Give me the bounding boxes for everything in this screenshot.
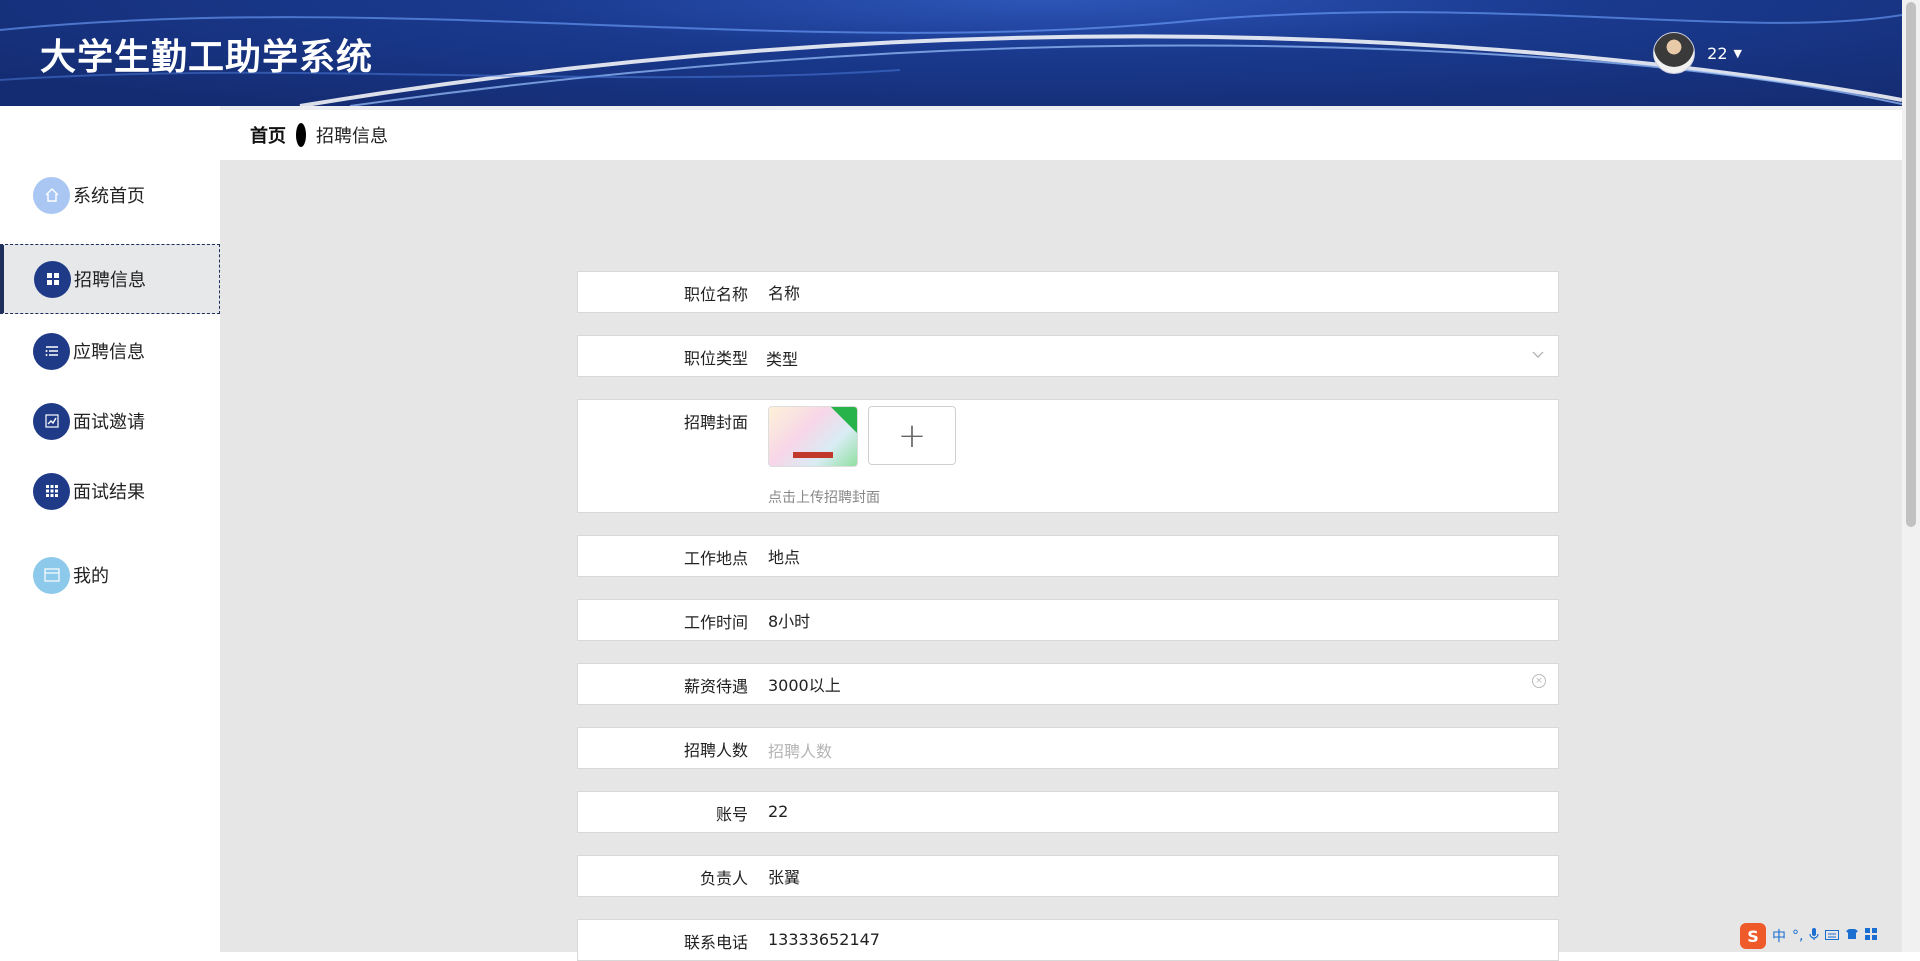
list-icon (33, 332, 70, 370)
hours-input[interactable] (768, 610, 1528, 629)
home-icon (33, 176, 70, 214)
upload-button[interactable]: + (868, 406, 956, 465)
manager-label: 负责人 (699, 869, 748, 888)
chevron-down-icon[interactable] (1532, 348, 1544, 362)
form-row-cover: 招聘封面 + 点击上传招聘封面 (577, 399, 1559, 513)
cover-label: 招聘封面 (683, 413, 748, 432)
sidebar-item-label: 系统首页 (73, 186, 145, 207)
sogou-logo-icon[interactable]: S (1740, 923, 1766, 949)
breadcrumb: 首页 招聘信息 (220, 106, 1902, 160)
thumbnail-banner-decoration (793, 452, 833, 458)
caret-down-icon[interactable]: ▼ (1734, 47, 1742, 60)
sidebar-item-label: 应聘信息 (73, 342, 145, 363)
cover-upload-hint: 点击上传招聘封面 (768, 490, 880, 506)
cover-thumbnail[interactable] (768, 406, 858, 467)
location-input[interactable] (768, 546, 1528, 565)
sidebar-item-label: 面试邀请 (73, 412, 145, 433)
sidebar-item-recruitment[interactable]: 招聘信息 (0, 244, 220, 314)
salary-label: 薪资待遇 (683, 677, 748, 696)
page-scrollbar[interactable] (1902, 0, 1920, 952)
sidebar-item-home[interactable]: 系统首页 (0, 160, 220, 230)
account-input[interactable] (768, 802, 1528, 821)
job-type-label: 职位类型 (683, 349, 748, 368)
form-row-phone: 联系电话 (577, 919, 1559, 961)
ime-toolbar[interactable]: S 中 °, (1740, 922, 1902, 950)
toolbox-icon[interactable] (1865, 928, 1878, 944)
location-label: 工作地点 (683, 549, 748, 568)
salary-input[interactable] (768, 674, 1528, 693)
sidebar-item-label: 我的 (73, 566, 109, 587)
grid-icon (34, 260, 71, 298)
app-title: 大学生勤工助学系统 (40, 37, 374, 78)
headcount-input[interactable]: 招聘人数 (768, 738, 1528, 762)
user-name[interactable]: 22 (1707, 44, 1727, 63)
breadcrumb-current: 招聘信息 (316, 126, 388, 147)
hours-label: 工作时间 (683, 613, 748, 632)
phone-label: 联系电话 (683, 933, 748, 952)
phone-input[interactable] (768, 930, 1528, 949)
microphone-icon[interactable] (1809, 927, 1820, 945)
job-name-label: 职位名称 (683, 285, 748, 304)
form-row-job-type[interactable]: 职位类型 类型 (577, 335, 1559, 377)
account-label: 账号 (715, 805, 748, 824)
breadcrumb-separator-icon (296, 123, 306, 147)
breadcrumb-home[interactable]: 首页 (250, 122, 286, 148)
thumbnail-corner-decoration (831, 407, 857, 433)
apps-icon (33, 472, 70, 510)
job-name-input[interactable] (768, 282, 1528, 301)
job-type-select[interactable]: 类型 (766, 346, 1526, 370)
manager-input[interactable] (768, 866, 1528, 885)
form-row-headcount: 招聘人数 招聘人数 (577, 727, 1559, 769)
sidebar-item-interview-invite[interactable]: 面试邀请 (0, 386, 220, 456)
ime-lang-toggle[interactable]: 中 (1772, 926, 1786, 946)
keyboard-icon[interactable] (1825, 928, 1840, 944)
sidebar-item-applications[interactable]: 应聘信息 (0, 316, 220, 386)
user-menu[interactable]: 22 ▼ (1653, 32, 1742, 74)
chart-icon (33, 402, 70, 440)
sidebar-item-interview-result[interactable]: 面试结果 (0, 456, 220, 526)
form-row-account: 账号 (577, 791, 1559, 833)
card-icon (33, 556, 70, 594)
main-content: 职位名称 职位类型 类型 招聘封面 + 点击上传招聘封面 工作地点 工作时间 薪… (220, 160, 1902, 961)
sidebar-item-mine[interactable]: 我的 (0, 540, 220, 610)
form-row-salary: 薪资待遇 × (577, 663, 1559, 705)
plus-icon: + (897, 415, 927, 456)
punctuation-icon[interactable]: °, (1792, 928, 1803, 944)
headcount-label: 招聘人数 (683, 741, 748, 760)
form-row-hours: 工作时间 (577, 599, 1559, 641)
sidebar-item-label: 招聘信息 (74, 270, 146, 291)
form-row-job-name: 职位名称 (577, 271, 1559, 313)
sidebar: 系统首页 招聘信息 应聘信息 面试邀请 面试结果 我的 (0, 106, 220, 952)
form-row-manager: 负责人 (577, 855, 1559, 897)
clear-icon[interactable]: × (1532, 674, 1546, 688)
scrollbar-thumb[interactable] (1906, 2, 1916, 527)
avatar[interactable] (1653, 32, 1696, 74)
app-header: 大学生勤工助学系统 22 ▼ (0, 0, 1902, 106)
form-row-location: 工作地点 (577, 535, 1559, 577)
sidebar-item-label: 面试结果 (73, 482, 145, 503)
skin-icon[interactable] (1845, 928, 1859, 944)
